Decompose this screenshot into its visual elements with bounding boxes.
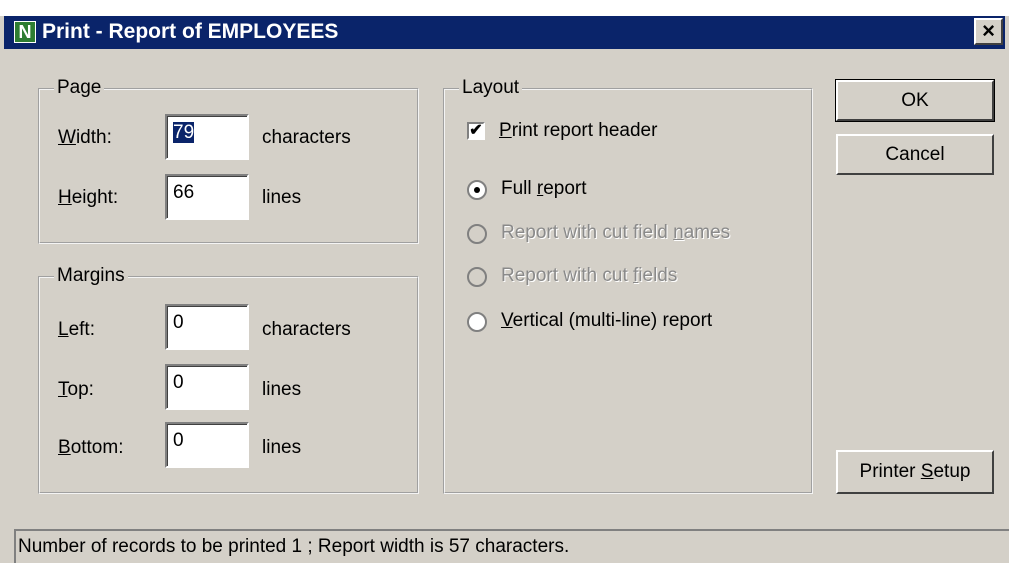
printer-setup-button[interactable]: Printer Setup — [836, 450, 994, 494]
title-bar[interactable]: N Print - Report of EMPLOYEES × — [4, 16, 1005, 49]
top-unit: lines — [262, 379, 302, 400]
margins-group-legend: Margins — [54, 264, 128, 288]
window-top-edge — [0, 0, 1009, 16]
print-header-label-rest: rint report header — [511, 120, 658, 141]
page-group: Page — [38, 76, 419, 244]
radio-full-report-label[interactable]: Full report — [501, 177, 587, 201]
radio-cut-field-names-label[interactable]: Report with cut field names — [501, 221, 730, 245]
top-label: Top: — [58, 379, 94, 400]
status-bar: Number of records to be printed 1 ; Repo… — [14, 529, 1009, 563]
status-text: Number of records to be printed 1 ; Repo… — [18, 536, 570, 557]
top-margin-value: 0 — [173, 372, 184, 393]
width-unit: characters — [262, 127, 351, 148]
radio-vertical-report[interactable] — [467, 312, 487, 332]
height-unit: lines — [262, 187, 302, 208]
ok-button[interactable]: OK — [835, 79, 995, 122]
top-margin-input[interactable]: 0 — [165, 364, 249, 410]
left-margin-value: 0 — [173, 312, 184, 333]
width-label-rest: idth: — [75, 127, 112, 148]
page-group-legend: Page — [54, 76, 105, 100]
layout-group: Layout — [443, 76, 813, 494]
bottom-margin-input[interactable]: 0 — [165, 422, 249, 468]
radio-cut-fields-label[interactable]: Report with cut fields — [501, 264, 677, 288]
bottom-label: Bottom: — [58, 437, 124, 458]
left-label-rest: eft: — [68, 319, 95, 340]
height-label-rest: eight: — [71, 187, 119, 208]
radio-cut-fields[interactable] — [467, 267, 487, 287]
radio-selected-dot — [474, 187, 480, 193]
radio-vertical-report-label[interactable]: Vertical (multi-line) report — [501, 309, 712, 333]
left-unit: characters — [262, 319, 351, 340]
layout-group-legend: Layout — [459, 76, 523, 100]
width-label: Width: — [58, 127, 112, 148]
radio-cut-field-names[interactable] — [467, 224, 487, 244]
width-input[interactable]: 79 — [165, 114, 249, 160]
top-label-rest: op: — [67, 379, 94, 400]
left-label: Left: — [58, 319, 95, 340]
close-button[interactable]: × — [974, 18, 1003, 45]
print-header-checkbox[interactable]: ✔ — [467, 122, 485, 140]
left-margin-input[interactable]: 0 — [165, 304, 249, 350]
height-input[interactable]: 66 — [165, 174, 249, 220]
bottom-margin-value: 0 — [173, 430, 184, 451]
height-label: Height: — [58, 187, 119, 208]
bottom-unit: lines — [262, 437, 302, 458]
app-icon: N — [14, 21, 36, 43]
radio-full-report[interactable] — [467, 180, 487, 200]
cancel-button[interactable]: Cancel — [836, 134, 994, 175]
window-title: Print - Report of EMPLOYEES — [42, 20, 339, 43]
height-input-value: 66 — [173, 182, 195, 203]
print-header-label[interactable]: Print report header — [499, 119, 657, 143]
width-input-value: 79 — [173, 122, 195, 143]
bottom-label-rest: ottom: — [70, 437, 124, 458]
